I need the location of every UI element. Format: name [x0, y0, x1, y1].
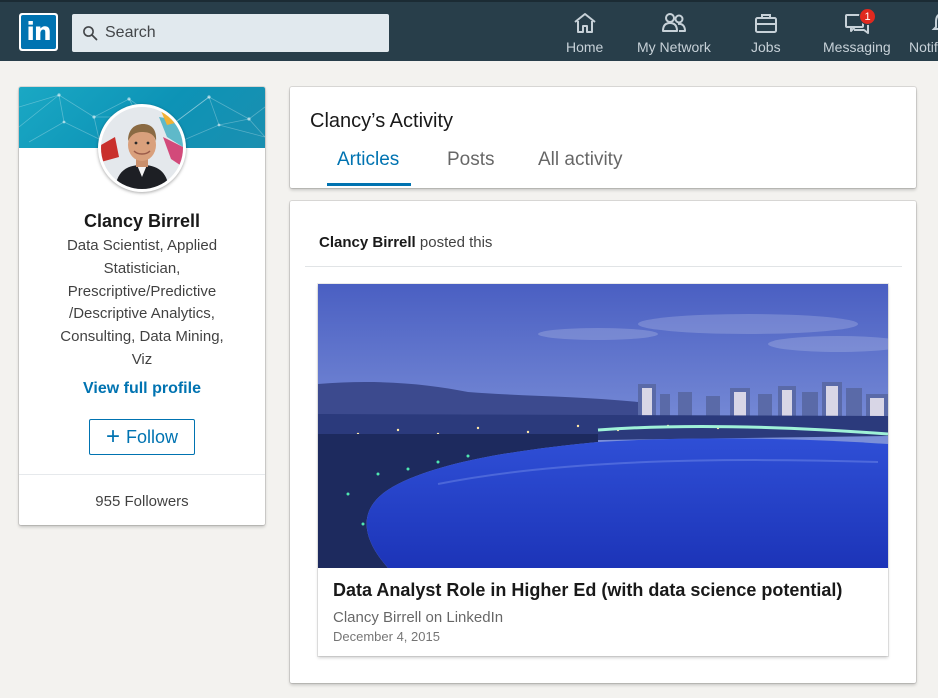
tab-all-activity[interactable]: All activity	[538, 149, 622, 171]
post-action-text: posted this	[419, 234, 493, 251]
posted-line: Clancy Birrell posted this	[319, 234, 492, 251]
top-navigation-bar: in Home My Network Jobs 1 Messaging Noti…	[0, 0, 938, 61]
activity-title: Clancy’s Activity	[310, 110, 454, 132]
follow-button[interactable]: + Follow	[89, 419, 195, 455]
nav-label-jobs: Jobs	[751, 39, 781, 55]
article-card[interactable]: Data Analyst Role in Higher Ed (with dat…	[318, 284, 888, 656]
nav-item-messaging[interactable]: 1 Messaging	[823, 8, 891, 60]
nav-item-home[interactable]: Home	[566, 10, 603, 60]
nav-label-notifications: Notifi	[909, 39, 938, 55]
nav-item-jobs[interactable]: Jobs	[751, 10, 781, 60]
view-full-profile-link[interactable]: View full profile	[19, 380, 265, 398]
network-icon	[661, 13, 686, 32]
nav-item-my-network[interactable]: My Network	[637, 10, 711, 60]
jobs-icon	[754, 14, 777, 33]
tab-articles[interactable]: Articles	[337, 149, 399, 171]
nav-item-notifications[interactable]: Notifi	[909, 10, 938, 60]
linkedin-logo[interactable]: in	[19, 13, 58, 51]
followers-count: 955 Followers	[95, 493, 189, 510]
article-cover-image[interactable]	[318, 284, 888, 568]
nav-label-my-network: My Network	[637, 39, 711, 55]
tab-posts[interactable]: Posts	[447, 149, 495, 171]
activity-header-card: Clancy’s Activity Articles Posts All act…	[290, 87, 916, 188]
search-box[interactable]	[72, 14, 389, 52]
article-date: December 4, 2015	[333, 629, 440, 644]
search-icon	[83, 26, 98, 41]
profile-headline: Data Scientist, Applied Statistician, Pr…	[60, 237, 224, 368]
messaging-badge: 1	[859, 8, 876, 25]
notifications-icon	[931, 14, 938, 30]
feed-divider	[305, 266, 902, 267]
post-author-link[interactable]: Clancy Birrell	[319, 234, 416, 251]
follow-button-label: Follow	[126, 426, 179, 447]
search-input[interactable]	[105, 24, 365, 42]
nav-label-home: Home	[566, 39, 604, 55]
plus-icon: +	[105, 423, 120, 450]
linkedin-logo-icon: in	[21, 15, 56, 49]
active-tab-indicator	[327, 183, 411, 186]
profile-divider	[19, 474, 265, 475]
article-title[interactable]: Data Analyst Role in Higher Ed (with dat…	[333, 580, 842, 601]
profile-avatar[interactable]	[98, 104, 186, 192]
home-icon	[574, 13, 596, 33]
article-source: Clancy Birrell on LinkedIn	[333, 609, 504, 626]
profile-card: Clancy Birrell Data Scientist, Applied S…	[19, 87, 265, 525]
feed-card: Clancy Birrell posted this Data Analyst …	[290, 201, 916, 683]
profile-name: Clancy Birrell	[83, 211, 201, 231]
nav-label-messaging: Messaging	[823, 39, 891, 55]
